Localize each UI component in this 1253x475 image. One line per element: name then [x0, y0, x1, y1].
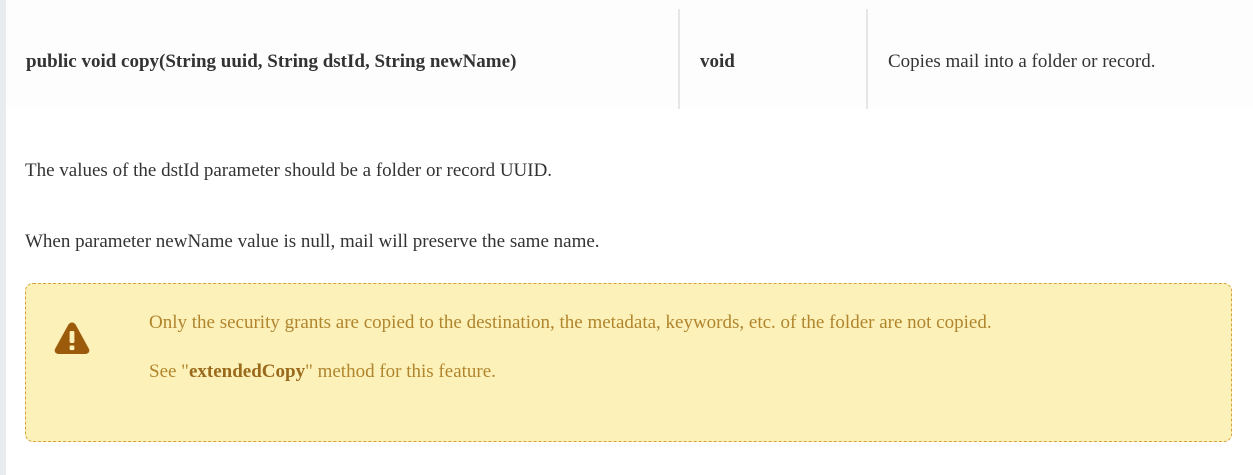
return-type: void	[700, 50, 735, 72]
method-signature-cell: public void copy(String uuid, String dst…	[6, 0, 678, 109]
warning-message: Only the security grants are copied to t…	[149, 312, 992, 333]
newname-note: When parameter newName value is null, ma…	[25, 231, 600, 252]
see-also-prefix: See "	[149, 361, 189, 382]
return-type-cell: void	[680, 0, 866, 109]
dstid-note: The values of the dstId parameter should…	[25, 160, 553, 181]
description-cell: Copies mail into a folder or record.	[868, 0, 1253, 109]
extended-copy-method-name: extendedCopy	[188, 361, 306, 382]
method-signature: public void copy(String uuid, String dst…	[26, 50, 517, 72]
see-also-suffix: " method for this feature.	[305, 361, 496, 382]
see-also-line: See "extendedCopy" method for this featu…	[149, 356, 1189, 388]
warning-triangle-icon	[54, 322, 90, 354]
warning-callout: Only the security grants are copied to t…	[25, 283, 1232, 442]
method-table-row: public void copy(String uuid, String dst…	[6, 0, 1253, 109]
method-description: Copies mail into a folder or record.	[888, 50, 1156, 72]
warning-text-block: Only the security grants are copied to t…	[149, 307, 1189, 388]
